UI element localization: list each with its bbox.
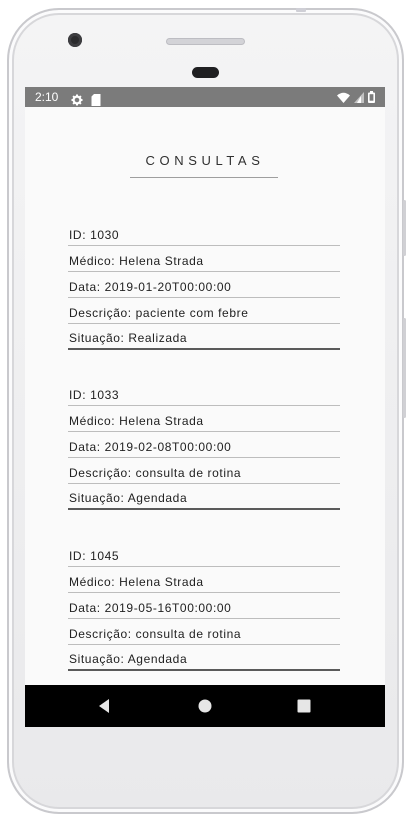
- consulta-card: ID: 1033 Médico: Helena Strada Data: 201…: [68, 380, 340, 510]
- volume-button: [403, 200, 406, 256]
- earpiece-speaker: [166, 38, 245, 45]
- id-field[interactable]: ID: 1030: [68, 220, 340, 246]
- wifi-icon: [337, 92, 350, 103]
- sd-card-icon: [91, 91, 101, 110]
- front-camera: [68, 33, 82, 47]
- back-icon[interactable]: [96, 697, 114, 715]
- data-field[interactable]: Data: 2019-02-08T00:00:00: [68, 432, 340, 458]
- situacao-text: Situação: Agendada: [69, 652, 188, 666]
- id-text: ID: 1033: [69, 388, 120, 402]
- medico-text: Médico: Helena Strada: [69, 414, 204, 428]
- top-button: [296, 8, 306, 12]
- battery-icon: [368, 91, 375, 103]
- descricao-field[interactable]: Descrição: consulta de rotina: [68, 619, 340, 645]
- medico-text: Médico: Helena Strada: [69, 575, 204, 589]
- descricao-field[interactable]: Descrição: consulta de rotina: [68, 458, 340, 484]
- home-icon[interactable]: [196, 697, 214, 715]
- descricao-text: Descrição: paciente com febre: [69, 306, 249, 320]
- proximity-sensor: [192, 67, 219, 78]
- status-bar: 2:10: [25, 87, 385, 107]
- situacao-text: Situação: Agendada: [69, 491, 188, 505]
- situacao-field[interactable]: Situação: Agendada: [68, 645, 340, 671]
- medico-field[interactable]: Médico: Helena Strada: [68, 246, 340, 272]
- situacao-field[interactable]: Situação: Agendada: [68, 484, 340, 510]
- data-text: Data: 2019-05-16T00:00:00: [69, 601, 232, 615]
- signal-icon: [354, 91, 364, 103]
- data-field[interactable]: Data: 2019-05-16T00:00:00: [68, 593, 340, 619]
- medico-field[interactable]: Médico: Helena Strada: [68, 567, 340, 593]
- medico-field[interactable]: Médico: Helena Strada: [68, 406, 340, 432]
- id-field[interactable]: ID: 1045: [68, 541, 340, 567]
- consulta-card: ID: 1045 Médico: Helena Strada Data: 201…: [68, 541, 340, 671]
- id-text: ID: 1045: [69, 549, 120, 563]
- situacao-field[interactable]: Situação: Realizada: [68, 324, 340, 350]
- data-text: Data: 2019-01-20T00:00:00: [69, 280, 232, 294]
- consulta-card: ID: 1030 Médico: Helena Strada Data: 201…: [68, 220, 340, 350]
- situacao-text: Situação: Realizada: [69, 331, 188, 345]
- title-divider: [130, 177, 278, 178]
- power-button: [403, 318, 406, 418]
- gear-icon: [71, 91, 83, 110]
- recents-icon[interactable]: [295, 697, 313, 715]
- status-icons: [337, 91, 375, 103]
- id-field[interactable]: ID: 1033: [68, 380, 340, 406]
- data-text: Data: 2019-02-08T00:00:00: [69, 440, 232, 454]
- screen: 2:10 CONSULTAS ID: 1030 Médico: Helena S…: [25, 87, 385, 727]
- status-time: 2:10: [35, 90, 59, 104]
- id-text: ID: 1030: [69, 228, 120, 242]
- descricao-text: Descrição: consulta de rotina: [69, 466, 242, 480]
- descricao-text: Descrição: consulta de rotina: [69, 627, 242, 641]
- navigation-bar: [25, 685, 385, 727]
- descricao-field[interactable]: Descrição: paciente com febre: [68, 298, 340, 324]
- data-field[interactable]: Data: 2019-01-20T00:00:00: [68, 272, 340, 298]
- page-title: CONSULTAS: [145, 153, 265, 168]
- medico-text: Médico: Helena Strada: [69, 254, 204, 268]
